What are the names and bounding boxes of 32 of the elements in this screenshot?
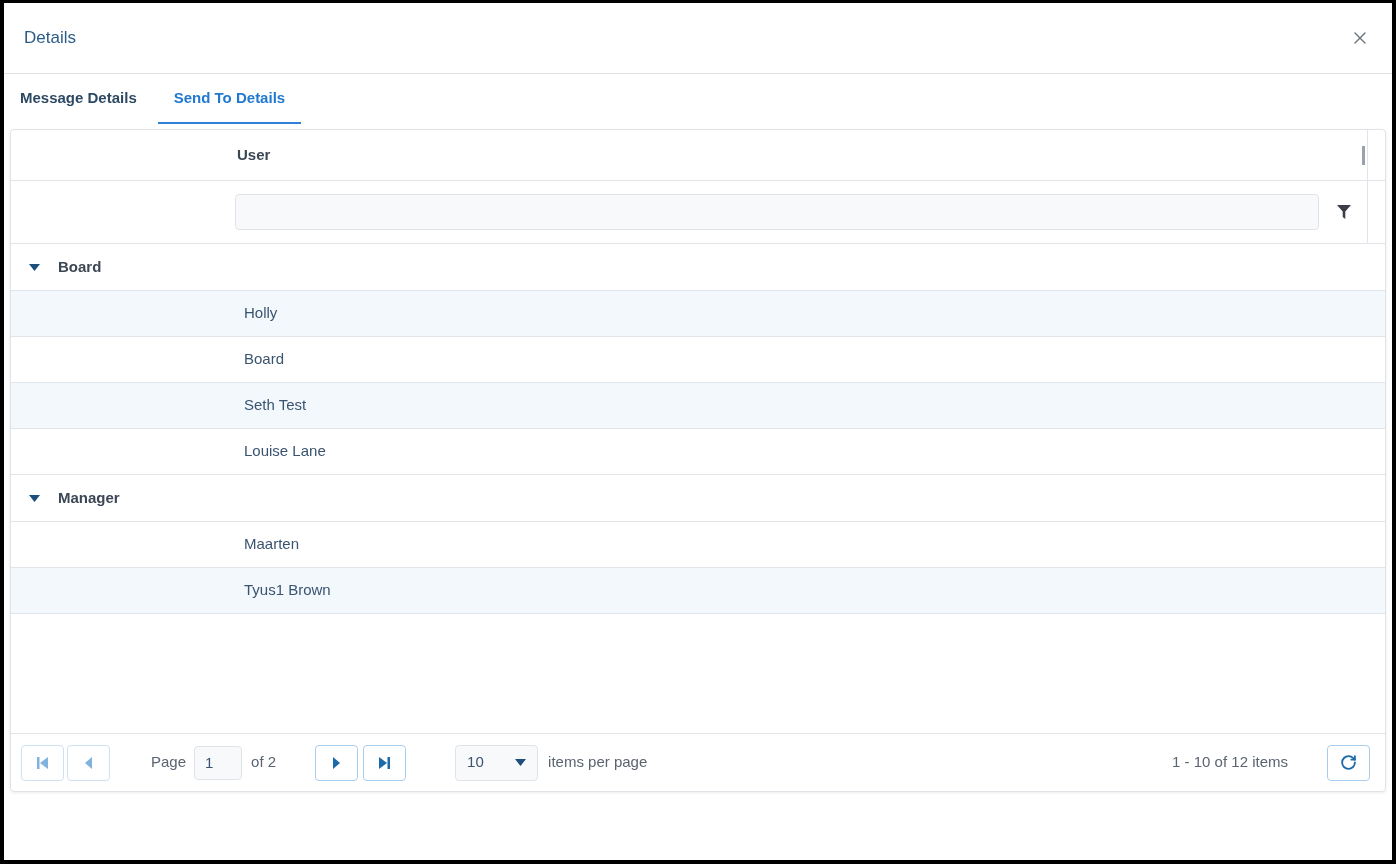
last-page-button[interactable] [363,744,407,781]
caret-down-icon [515,759,527,766]
skip-back-icon [37,756,48,769]
filter-input[interactable] [235,194,1319,230]
table-cell-text: Tyus1 Brown [243,580,331,601]
group-label: Board [58,256,102,277]
table-cell-text: Maarten [243,534,300,555]
column-header[interactable]: User [237,143,271,167]
caret-down-icon[interactable] [29,494,40,502]
group-label: Manager [58,487,120,508]
page-size-label: items per page [548,752,648,773]
triangle-left-icon [85,756,92,769]
table-cell-text: Holly [243,303,278,324]
page-input[interactable]: 1 [194,745,243,780]
dialog-title: Details [24,27,76,50]
page-size-dropdown[interactable]: 10 [455,744,539,781]
refresh-icon [1340,754,1357,771]
skip-forward-icon [379,756,391,769]
triangle-right-icon [333,756,341,769]
table-cell-text: Board [243,349,285,370]
table-cell-text: Louise Lane [243,441,326,462]
filter-icon[interactable] [1337,205,1351,219]
caret-down-icon[interactable] [29,263,40,271]
resize-handle-icon[interactable] [1362,145,1365,165]
next-page-button[interactable] [315,744,359,781]
tab[interactable]: Message Details [4,74,153,124]
tab[interactable]: Send To Details [157,74,302,124]
refresh-button[interactable] [1327,744,1370,781]
table-cell-text: Seth Test [243,395,307,416]
page-total: of 2 [251,752,277,773]
page-label: Page [151,752,187,773]
pager-info: 1 - 10 of 12 items [1172,752,1288,773]
